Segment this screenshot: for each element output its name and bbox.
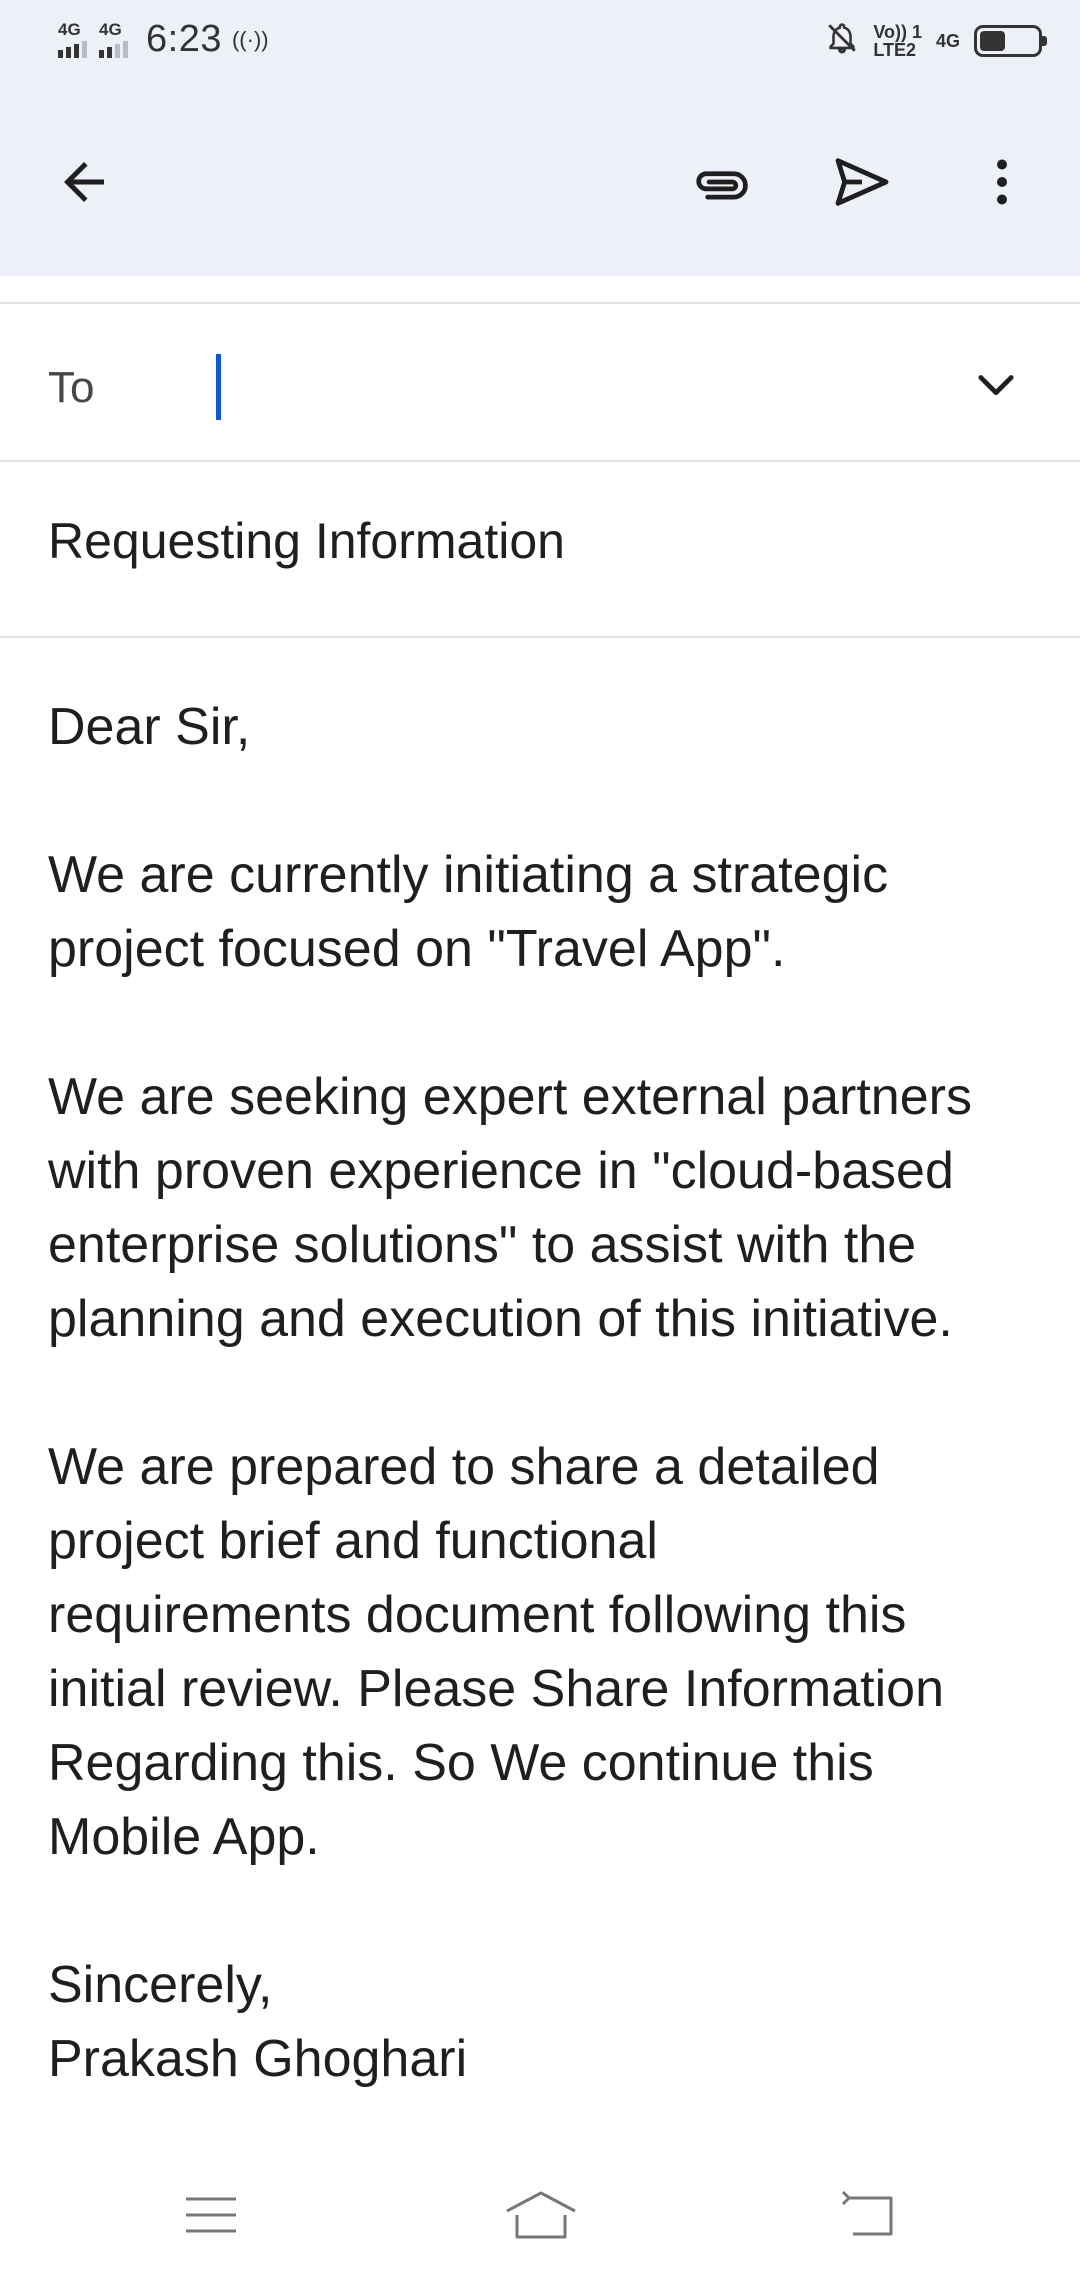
body-line: We are seeking expert external partners: [48, 1068, 972, 1126]
body-line: with proven experience in "cloud-based: [48, 1142, 954, 1200]
home-icon: [506, 2191, 576, 2239]
attach-icon: [696, 171, 748, 200]
data-network-label: 4G: [935, 30, 960, 51]
menu-icon: [186, 2197, 236, 2233]
status-bar: 4G 4G 6:23 ((·)) Vo)) 1 LTE2 4G: [0, 0, 1080, 84]
back-arrow-icon: [64, 162, 104, 202]
sim1-signal-icon: 4G: [58, 21, 87, 58]
more-vert-icon: [997, 159, 1007, 205]
divider: [0, 636, 1080, 638]
body-line: Prakash Ghoghari: [48, 2030, 468, 2088]
home-button[interactable]: [496, 2180, 586, 2250]
body-line: project focused on "Travel App".: [48, 920, 786, 978]
body-line: requirements document following this: [48, 1586, 907, 1644]
chevron-down-icon: [978, 375, 1014, 396]
battery-icon: [974, 24, 1047, 57]
volte-bottom: LTE2: [873, 39, 916, 60]
send-icon: [835, 158, 889, 206]
sim2-signal-icon: 4G: [99, 21, 128, 58]
attach-button[interactable]: [684, 146, 756, 218]
back-nav-button[interactable]: [824, 2180, 914, 2250]
body-line: initial review. Please Share Information: [48, 1660, 945, 1718]
body-line: Dear Sir,: [48, 698, 251, 756]
system-nav-bar: [0, 2140, 1080, 2280]
body-line: We are prepared to share a detailed: [48, 1438, 880, 1496]
back-icon: [841, 2190, 893, 2236]
back-button[interactable]: [48, 146, 120, 218]
to-label: To: [48, 363, 95, 412]
menu-button[interactable]: [166, 2180, 256, 2250]
sim1-network-label: 4G: [58, 20, 81, 39]
body-line: Mobile App.: [48, 1808, 320, 1866]
send-button[interactable]: [826, 146, 898, 218]
volte-indicator: Vo)) 1 LTE2: [873, 23, 922, 59]
to-field[interactable]: [214, 345, 954, 421]
divider: [0, 460, 1080, 462]
status-left: 4G 4G 6:23 ((·)): [58, 18, 269, 61]
compose-toolbar: [0, 84, 1080, 276]
body-line: project brief and functional: [48, 1512, 658, 1570]
mute-bell-icon: [825, 20, 859, 61]
sim2-network-label: 4G: [99, 20, 122, 39]
expand-recipients-button[interactable]: [962, 350, 1030, 418]
clock: 6:23: [146, 18, 222, 60]
volte-top: Vo)) 1: [873, 21, 922, 42]
body-line: Sincerely,: [48, 1956, 273, 2014]
body-line: Regarding this. So We continue this: [48, 1734, 874, 1792]
body-line: planning and execution of this initiativ…: [48, 1290, 953, 1348]
body-line: enterprise solutions" to assist with the: [48, 1216, 917, 1274]
cast-icon: ((·)): [231, 26, 269, 52]
text-caret: [216, 354, 221, 420]
status-right: Vo)) 1 LTE2 4G: [825, 20, 1047, 61]
divider: [0, 302, 1080, 304]
to-row: To: [0, 305, 1080, 460]
more-options-button[interactable]: [966, 146, 1038, 218]
body-line: We are currently initiating a strategic: [48, 846, 889, 904]
message-body[interactable]: Dear Sir, We are currently initiating a s…: [48, 690, 1048, 2096]
subject-field[interactable]: Requesting Information: [48, 512, 1038, 570]
